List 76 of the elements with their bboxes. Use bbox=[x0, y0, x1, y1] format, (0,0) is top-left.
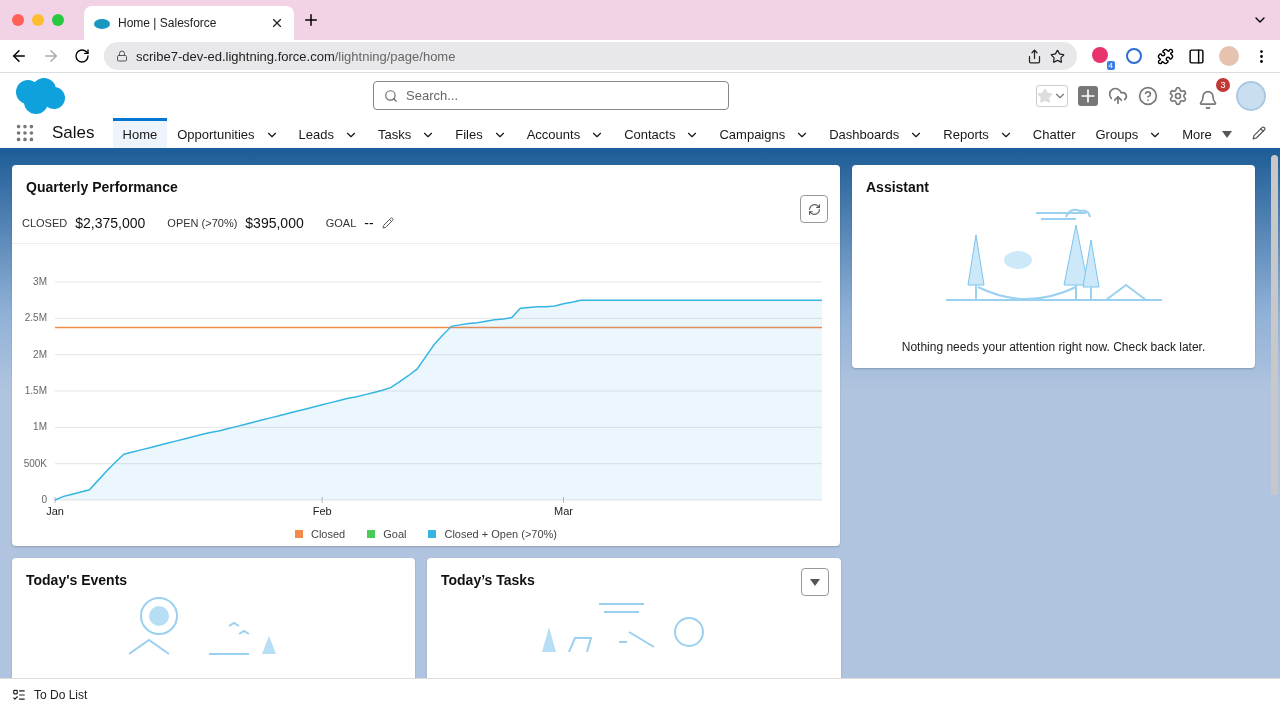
metric-value: -- bbox=[364, 215, 374, 231]
edit-icon[interactable] bbox=[1252, 126, 1266, 140]
metric-label: CLOSED bbox=[22, 217, 68, 229]
notification-count: 3 bbox=[1216, 77, 1230, 92]
axis-label: Jan bbox=[46, 505, 64, 517]
refresh-icon bbox=[807, 202, 821, 216]
empty-state-message: Nothing needs your attention right now. Check back later. bbox=[900, 340, 1207, 356]
card-title: Today’s Tasks bbox=[440, 571, 536, 588]
axis-label: 3M bbox=[33, 276, 47, 287]
star-icon bbox=[1037, 87, 1053, 104]
nav-tab[interactable]: Tasks bbox=[367, 118, 446, 148]
bookmark-star-icon[interactable] bbox=[1050, 48, 1065, 64]
lock-icon bbox=[116, 50, 128, 62]
nav-tab[interactable]: More bbox=[1172, 118, 1242, 148]
legend-item: Goal bbox=[367, 528, 407, 540]
metric-value: $2,375,000 bbox=[75, 215, 146, 231]
axis-label: 2.5M bbox=[24, 312, 47, 324]
caret-down-icon bbox=[810, 578, 820, 586]
extension-badge: 4 bbox=[1106, 61, 1115, 70]
card-title: Assistant bbox=[865, 178, 931, 195]
url-text: scribe7-dev-ed.lightning.force.com/lightning/page/home bbox=[136, 48, 456, 64]
nav-tab[interactable]: Groups bbox=[1085, 118, 1173, 148]
new-tab-icon[interactable] bbox=[302, 11, 320, 29]
axis-label: 0 bbox=[41, 494, 47, 505]
nav-tab[interactable]: Files bbox=[445, 118, 517, 148]
axis-label: 1.5M bbox=[24, 385, 47, 396]
nav-tab[interactable]: Chatter bbox=[1022, 118, 1086, 148]
share-icon[interactable] bbox=[1027, 48, 1042, 64]
axis-label: 2M bbox=[33, 348, 47, 360]
tab-title: Home | Salesforce bbox=[118, 16, 217, 30]
nav-tab[interactable]: Contacts bbox=[614, 118, 710, 148]
extensions-icon[interactable] bbox=[1157, 47, 1174, 65]
nav-tab[interactable]: Campaigns bbox=[709, 118, 820, 148]
help-icon[interactable] bbox=[1138, 85, 1158, 106]
todo-list-icon bbox=[12, 687, 26, 702]
caret-down-icon[interactable] bbox=[1221, 131, 1232, 138]
app-name: Sales bbox=[52, 122, 95, 144]
nav-tab[interactable]: Reports bbox=[933, 118, 1023, 148]
nav-tab[interactable]: Leads bbox=[288, 118, 368, 148]
cloud-icon[interactable] bbox=[1108, 85, 1128, 106]
axis-label: Mar bbox=[554, 505, 573, 517]
legend-item: Closed bbox=[295, 528, 346, 540]
side-panel-icon[interactable] bbox=[1188, 47, 1205, 65]
nav-tab[interactable]: Dashboards bbox=[819, 118, 934, 148]
nav-tab[interactable]: Home bbox=[112, 118, 168, 148]
dropdown-button[interactable] bbox=[801, 568, 829, 596]
card-title: Today's Events bbox=[25, 571, 129, 588]
cloud-logo bbox=[14, 77, 66, 114]
settings-icon[interactable] bbox=[1168, 85, 1188, 106]
scrollbar[interactable] bbox=[1271, 155, 1278, 495]
search-field[interactable]: Search... bbox=[373, 81, 729, 110]
search-icon bbox=[384, 88, 398, 103]
axis-label: 1M bbox=[33, 421, 47, 433]
card-title: Quarterly Performance bbox=[25, 178, 179, 195]
todo-list-label[interactable]: To Do List bbox=[34, 687, 88, 702]
refresh-button[interactable] bbox=[800, 195, 828, 223]
cloud-icon bbox=[94, 17, 110, 29]
close-tab-icon[interactable] bbox=[270, 16, 284, 30]
nav-tab[interactable]: Accounts bbox=[516, 118, 615, 148]
legend-item: Closed + Open (>70%) bbox=[428, 528, 557, 540]
edit-goal-icon[interactable] bbox=[381, 217, 394, 229]
profile-avatar bbox=[1219, 46, 1239, 66]
axis-label: 500K bbox=[23, 457, 47, 469]
metric-label: GOAL bbox=[325, 217, 357, 229]
axis-label: Feb bbox=[312, 505, 332, 517]
reload-icon[interactable] bbox=[74, 48, 90, 64]
search-placeholder: Search... bbox=[406, 88, 459, 103]
app-launcher-icon[interactable] bbox=[14, 122, 36, 144]
browser-tab[interactable]: Home | Salesforce bbox=[84, 6, 294, 40]
address-bar[interactable]: scribe7-dev-ed.lightning.force.com/lightning/page/home bbox=[104, 42, 1077, 70]
back-icon[interactable] bbox=[10, 47, 28, 65]
nav-tab[interactable]: Opportunities bbox=[167, 118, 289, 148]
metric-label: OPEN (>70%) bbox=[167, 217, 238, 229]
add-icon[interactable] bbox=[1078, 85, 1098, 106]
bell-icon[interactable] bbox=[1198, 89, 1218, 110]
metric-value: $395,000 bbox=[245, 215, 304, 231]
